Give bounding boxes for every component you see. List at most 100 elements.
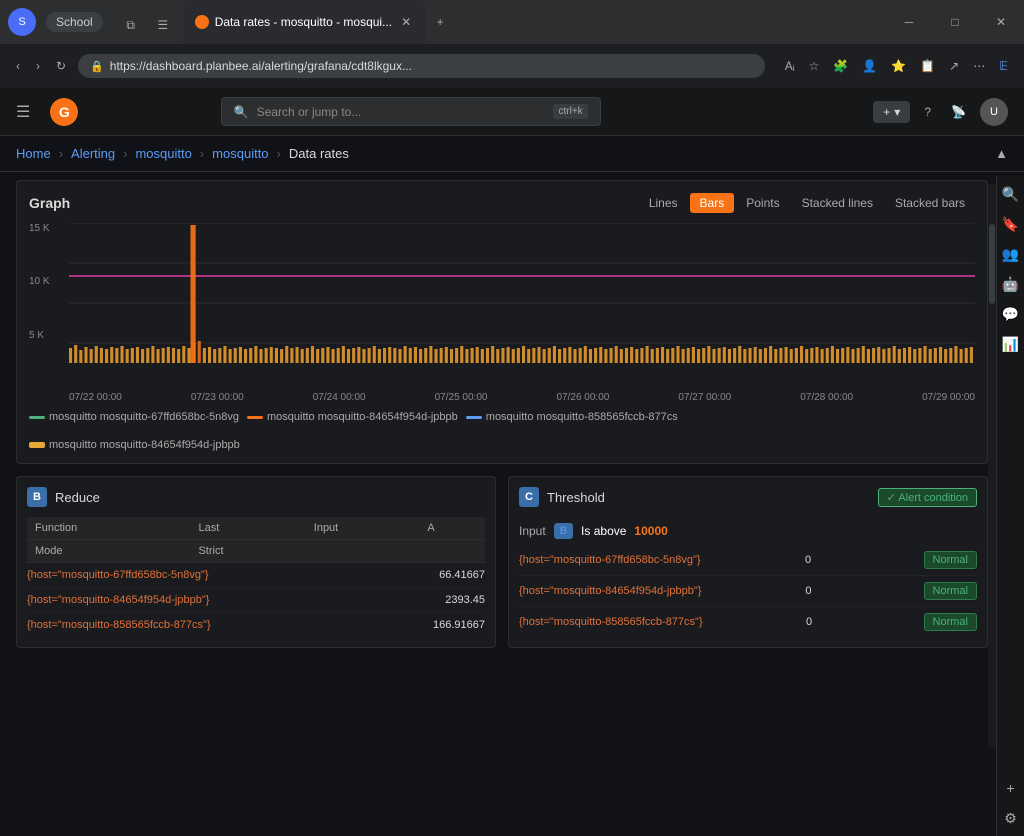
teams-sidebar-icon[interactable]: 📊 [997, 330, 1024, 358]
c-host-label-1: {host="mosquitto-84654f954d-jpbpb"} [519, 585, 701, 597]
col-function: Function [27, 517, 190, 540]
profile-avatar[interactable]: S [8, 8, 36, 36]
hamburger-menu[interactable]: ☰ [16, 102, 30, 122]
panel-b-table: Function Last Input A Mode Strict [27, 517, 485, 563]
value-0: 66.41667 [439, 569, 485, 581]
help-btn[interactable]: ? [918, 99, 937, 125]
normal-badge-0: Normal [924, 551, 977, 569]
legend-item-2[interactable]: mosquitto mosquitto-858565fccb-877cs [466, 411, 678, 423]
collections-btn[interactable]: 📋 [916, 55, 939, 77]
breadcrumb-sep1: › [59, 146, 63, 161]
tab-lines[interactable]: Lines [639, 193, 688, 213]
school-label: School [56, 15, 93, 29]
chart-area[interactable] [69, 223, 975, 383]
col-last: Last [190, 517, 305, 540]
plus-sidebar-icon[interactable]: + [997, 774, 1024, 802]
bookmark-btn[interactable]: ☆ [805, 55, 824, 77]
x-axis: 07/22 00:00 07/23 00:00 07/24 00:00 07/2… [69, 392, 975, 403]
new-tab-btn[interactable]: + [426, 8, 454, 36]
breadcrumb-sep2: › [123, 146, 127, 161]
share-btn[interactable]: ↗ [945, 55, 963, 77]
tab-close[interactable]: ✕ [398, 14, 414, 30]
edge-sidebar-btn[interactable]: 𝔼 [995, 55, 1012, 77]
value-1: 2393.45 [445, 594, 485, 606]
panel-c-data-row-2: {host="mosquitto-858565fccb-877cs"} 0 No… [519, 607, 977, 637]
panel-b-data-row-1: {host="mosquitto-84654f954d-jpbpb"} 2393… [27, 588, 485, 613]
y-axis: 15 K 10 K 5 K [29, 223, 69, 383]
breadcrumb-home[interactable]: Home [16, 146, 51, 161]
more-btn[interactable]: ⋯ [969, 55, 989, 77]
active-tab[interactable]: Data rates - mosquitto - mosqui... ✕ [183, 0, 426, 44]
breadcrumb-mosquitto2[interactable]: mosquitto [212, 146, 268, 161]
panel-b-data-row-2: {host="mosquitto-858565fccb-877cs"} 166.… [27, 613, 485, 637]
refresh-btn[interactable]: ↻ [52, 55, 70, 77]
window-maximize[interactable]: □ [932, 6, 978, 38]
back-btn[interactable]: ‹ [12, 55, 24, 77]
host-label-2: {host="mosquitto-858565fccb-877cs"} [27, 619, 211, 631]
window-minimize[interactable]: ─ [886, 6, 932, 38]
search-sidebar-icon[interactable]: 🔍 [997, 180, 1024, 208]
search-bar[interactable]: 🔍 Search or jump to... ctrl+k [221, 97, 601, 126]
legend-item-0[interactable]: mosquitto mosquitto-67ffd658bc-5n8vg [29, 411, 239, 423]
tab-icon-copy[interactable]: ⧉ [117, 11, 145, 39]
panel-b: B Reduce Function Last Input A Mode [16, 476, 496, 648]
panel-b-title: Reduce [55, 490, 100, 505]
legend-item-3[interactable]: mosquitto mosquitto-84654f954d-jpbpb [29, 439, 240, 451]
tab-stacked-lines[interactable]: Stacked lines [792, 193, 883, 213]
panel-c-data-row-1: {host="mosquitto-84654f954d-jpbpb"} 0 No… [519, 576, 977, 607]
chart-svg [69, 223, 975, 383]
breadcrumb-mosquitto1[interactable]: mosquitto [135, 146, 191, 161]
tab-points[interactable]: Points [736, 193, 789, 213]
ai-sidebar-icon[interactable]: 🤖 [997, 270, 1024, 298]
school-pill[interactable]: School [46, 12, 103, 32]
panel-c-data-row-0: {host="mosquitto-67ffd658bc-5n8vg"} 0 No… [519, 545, 977, 576]
news-btn[interactable]: 📡 [945, 99, 972, 125]
right-sidebar: 🔍 🔖 👥 🤖 💬 📊 + ⚙ [996, 176, 1024, 836]
tab-stacked-bars[interactable]: Stacked bars [885, 193, 975, 213]
normal-badge-2: Normal [924, 613, 977, 631]
panel-c-title: Threshold [547, 490, 605, 505]
c-value-0: 0 [805, 554, 811, 566]
graph-tabs: Lines Bars Points Stacked lines Stacked … [639, 193, 975, 213]
panel-c: C Threshold ✓ Alert condition Input B Is… [508, 476, 988, 648]
bookmark-sidebar-icon[interactable]: 🔖 [997, 210, 1024, 238]
profile-sync-btn[interactable]: 👤 [858, 55, 881, 77]
lock-icon: 🔒 [90, 60, 104, 73]
window-close[interactable]: ✕ [978, 6, 1024, 38]
address-bar-input[interactable]: 🔒 https://dashboard.planbee.ai/alerting/… [78, 54, 765, 78]
host-label-0: {host="mosquitto-67ffd658bc-5n8vg"} [27, 569, 209, 581]
scrollbar-thumb[interactable] [989, 224, 995, 304]
people-sidebar-icon[interactable]: 👥 [997, 240, 1024, 268]
breadcrumb-sep3: › [200, 146, 204, 161]
breadcrumb-alerting[interactable]: Alerting [71, 146, 115, 161]
user-avatar[interactable]: U [980, 98, 1008, 126]
breadcrumb-current: Data rates [289, 146, 349, 161]
graph-legend: mosquitto mosquitto-67ffd658bc-5n8vg mos… [29, 411, 975, 451]
threshold-condition-row: Input B Is above 10000 [519, 517, 977, 545]
collapse-btn[interactable]: ▲ [995, 146, 1008, 161]
tab-icon-split[interactable]: ☰ [149, 11, 177, 39]
whatsapp-sidebar-icon[interactable]: 💬 [997, 300, 1024, 328]
favorites-btn[interactable]: ⭐ [887, 55, 910, 77]
translate-btn[interactable]: Aᵢ [781, 55, 799, 77]
graph-title: Graph [29, 195, 70, 211]
breadcrumb-sep4: › [277, 146, 281, 161]
graph-panel: Graph Lines Bars Points Stacked lines St… [16, 180, 988, 464]
input-label: Input [519, 524, 546, 538]
search-shortcut-badge: ctrl+k [553, 104, 587, 119]
plus-menu-btn[interactable]: + ▾ [873, 101, 910, 123]
url-text: https://dashboard.planbee.ai/alerting/gr… [110, 59, 753, 73]
c-host-label-2: {host="mosquitto-858565fccb-877cs"} [519, 616, 703, 628]
alert-condition-badge: ✓ Alert condition [878, 488, 977, 507]
normal-badge-1: Normal [924, 582, 977, 600]
grafana-logo[interactable]: G [50, 98, 78, 126]
scrollbar-track[interactable] [988, 184, 996, 748]
extensions-btn[interactable]: 🧩 [829, 55, 852, 77]
c-host-label-0: {host="mosquitto-67ffd658bc-5n8vg"} [519, 554, 701, 566]
legend-item-1[interactable]: mosquitto mosquitto-84654f954d-jpbpb [247, 411, 458, 423]
settings-sidebar-icon[interactable]: ⚙ [997, 804, 1024, 832]
forward-btn[interactable]: › [32, 55, 44, 77]
tab-bars[interactable]: Bars [690, 193, 735, 213]
panel-c-label: C [519, 487, 539, 507]
host-label-1: {host="mosquitto-84654f954d-jpbpb"} [27, 594, 209, 606]
